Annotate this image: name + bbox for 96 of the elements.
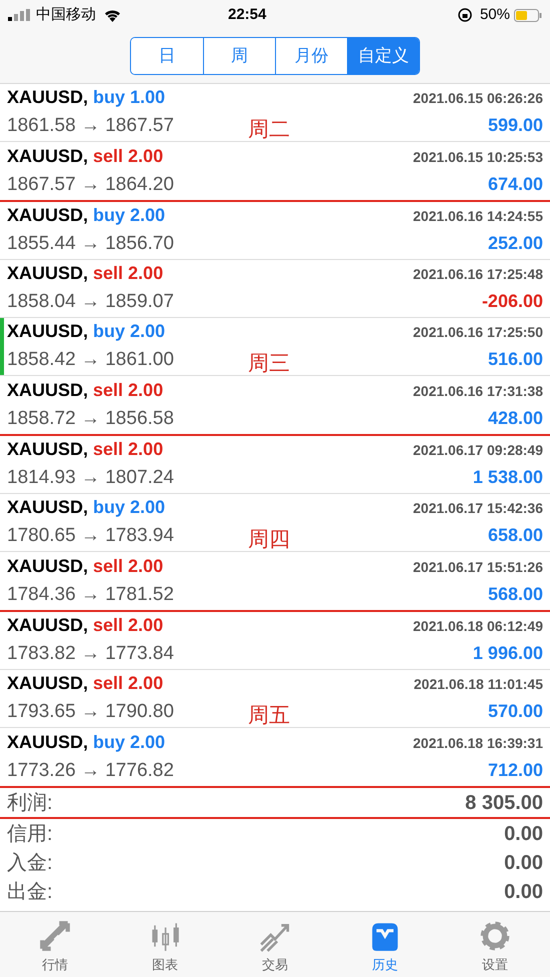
profit-value: 516.00 — [488, 348, 543, 372]
order-type: sell 2.00 — [93, 378, 164, 402]
nav-tab[interactable]: 图表 — [110, 912, 220, 977]
period-tab[interactable]: 日 — [131, 38, 203, 74]
profit-value: 568.00 — [488, 582, 543, 606]
battery-percent: 50% — [480, 4, 510, 25]
symbol-label: XAUUSD, — [7, 672, 88, 696]
profit-value: 674.00 — [488, 172, 543, 196]
trade-time: 2021.06.17 15:51:26 — [413, 558, 543, 577]
trade-time: 2021.06.17 15:42:36 — [413, 499, 543, 518]
trade-time: 2021.06.16 17:25:50 — [413, 323, 543, 342]
summary-label: 利润: — [7, 790, 53, 816]
order-type: sell 2.00 — [93, 438, 164, 462]
summary-label: 信用: — [7, 822, 53, 846]
price-range: 1858.72 → 1856.58 — [7, 406, 174, 431]
handwritten-note: 周二 — [248, 117, 290, 141]
profit-value: 1 538.00 — [472, 466, 543, 490]
trade-time: 2021.06.15 06:26:26 — [413, 89, 543, 108]
nav-tab[interactable]: 行情 — [0, 912, 110, 977]
order-type: buy 2.00 — [93, 496, 166, 520]
symbol-label: XAUUSD, — [7, 496, 88, 520]
order-type: sell 2.00 — [93, 554, 164, 578]
symbol-label: XAUUSD, — [7, 730, 88, 754]
profit-value: 252.00 — [488, 232, 543, 256]
battery-icon — [514, 8, 542, 22]
order-type: buy 2.00 — [93, 204, 166, 228]
quotes-icon — [38, 919, 72, 953]
trade-row[interactable]: XAUUSD, buy 2.00 2021.06.16 14:24:55 1855.44 → 1856.70 252.00 — [0, 202, 550, 260]
order-type: sell 2.00 — [93, 614, 164, 638]
price-range: 1773.26 → 1776.82 — [7, 758, 174, 783]
symbol-label: XAUUSD, — [7, 438, 88, 462]
order-type: buy 2.00 — [93, 320, 166, 344]
order-type: sell 2.00 — [93, 262, 164, 286]
price-range: 1867.57 → 1864.20 — [7, 172, 174, 197]
signal-icon — [8, 9, 32, 21]
summary-value: 8 305.00 — [465, 790, 543, 816]
period-tab[interactable]: 月份 — [275, 38, 347, 74]
symbol-label: XAUUSD, — [7, 554, 88, 578]
profit-value: 599.00 — [488, 114, 543, 138]
trade-time: 2021.06.18 11:01:45 — [414, 675, 543, 694]
trade-row[interactable]: XAUUSD, sell 2.00 2021.06.18 06:12:49 1783.82 → 1773.84 1 996.00 — [0, 612, 550, 670]
profit-value: 428.00 — [488, 406, 543, 430]
trade-time: 2021.06.18 06:12:49 — [413, 617, 543, 636]
profit-value: 712.00 — [488, 758, 543, 782]
profit-value: 1 996.00 — [472, 642, 543, 666]
summary-value: 0.00 — [504, 880, 543, 904]
price-range: 1814.93 → 1807.24 — [7, 466, 174, 490]
nav-tab[interactable]: 历史 — [330, 912, 440, 977]
symbol-label: XAUUSD, — [7, 262, 88, 286]
profit-value: 658.00 — [488, 524, 543, 548]
order-type: buy 1.00 — [93, 86, 166, 110]
trade-time: 2021.06.16 17:31:38 — [413, 382, 543, 401]
price-range: 1793.65 → 1790.80 — [7, 700, 174, 724]
summary-label: 入金: — [7, 850, 53, 876]
order-type: sell 2.00 — [93, 144, 164, 168]
symbol-label: XAUUSD, — [7, 320, 88, 344]
symbol-label: XAUUSD, — [7, 86, 88, 110]
trade-time: 2021.06.15 10:25:53 — [413, 148, 543, 167]
nav-tab[interactable]: 交易 — [220, 912, 330, 977]
period-tab[interactable]: 自定义 — [347, 38, 419, 74]
summary-label: 出金: — [7, 880, 53, 904]
symbol-label: XAUUSD, — [7, 614, 88, 638]
trade-time: 2021.06.16 17:25:48 — [413, 265, 543, 284]
summary-value: 0.00 — [504, 850, 543, 876]
symbol-label: XAUUSD, — [7, 144, 88, 168]
price-range: 1861.58 → 1867.57 — [7, 114, 174, 138]
profit-value: 570.00 — [488, 700, 543, 724]
handwritten-note: 周三 — [248, 351, 290, 375]
symbol-label: XAUUSD, — [7, 378, 88, 402]
carrier-name: 中国移动 — [36, 4, 96, 25]
nav-tab[interactable]: 设置 — [440, 912, 550, 977]
symbol-label: XAUUSD, — [7, 204, 88, 228]
trade-row[interactable]: XAUUSD, buy 2.00 2021.06.18 16:39:31 1773.26 → 1776.82 712.00 — [0, 728, 550, 786]
period-tab[interactable]: 周 — [203, 38, 275, 74]
handwritten-note: 周五 — [248, 703, 290, 727]
price-range: 1855.44 → 1856.70 — [7, 232, 174, 256]
order-type: sell 2.00 — [93, 672, 164, 696]
price-range: 1858.04 → 1859.07 — [7, 290, 174, 314]
profit-value: -206.00 — [482, 290, 543, 314]
clock-time: 22:54 — [228, 4, 266, 25]
price-range: 1780.65 → 1783.94 — [7, 524, 174, 548]
trade-time: 2021.06.18 16:39:31 — [413, 734, 543, 753]
settings-icon — [478, 919, 512, 953]
price-range: 1783.82 → 1773.84 — [7, 642, 174, 666]
trade-time: 2021.06.16 14:24:55 — [413, 207, 543, 226]
handwritten-note: 周四 — [248, 527, 290, 551]
order-type: buy 2.00 — [93, 730, 166, 754]
rotation-lock-icon — [458, 8, 472, 22]
trade-row[interactable]: XAUUSD, sell 2.00 2021.06.16 17:31:38 1858.72 → 1856.58 428.00 — [0, 376, 550, 434]
trade-time: 2021.06.17 09:28:49 — [413, 441, 543, 460]
trade-row[interactable]: XAUUSD, sell 2.00 2021.06.17 15:51:26 1784.36 → 1781.52 568.00 — [0, 552, 550, 610]
wifi-icon — [104, 8, 121, 22]
price-range: 1784.36 → 1781.52 — [7, 582, 174, 607]
price-range: 1858.42 → 1861.00 — [7, 348, 174, 372]
trade-row[interactable]: XAUUSD, sell 2.00 2021.06.16 17:25:48 1858.04 → 1859.07 -206.00 — [0, 260, 550, 318]
summary-value: 0.00 — [504, 822, 543, 846]
